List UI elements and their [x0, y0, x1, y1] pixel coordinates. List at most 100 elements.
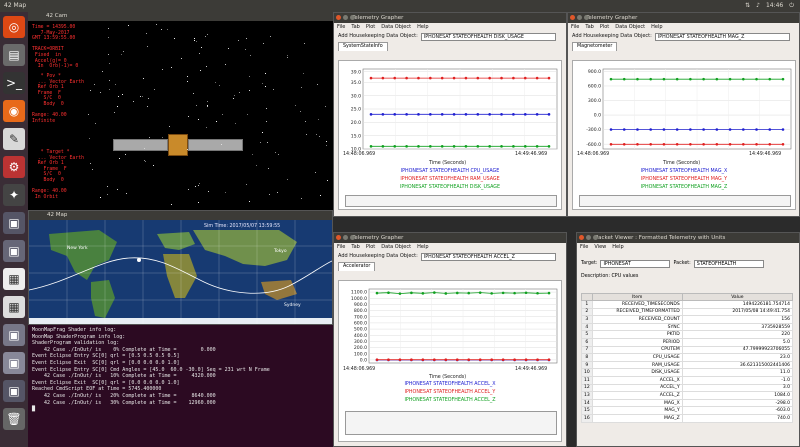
network-icon[interactable]: ⇅: [745, 0, 750, 12]
chart-icon[interactable]: ▦: [3, 296, 25, 318]
grapher-window-system[interactable]: Telemetry Grapher File Tab Plot Data Obj…: [333, 12, 567, 217]
close-button[interactable]: [336, 235, 341, 240]
target-select[interactable]: IPHONESAT: [600, 260, 671, 268]
table-row[interactable]: 10 DISK_USAGE 11.0: [581, 368, 794, 377]
menu-help[interactable]: Help: [417, 23, 428, 31]
maximize-button[interactable]: [584, 15, 589, 20]
maximize-button[interactable]: [350, 15, 355, 20]
grapher-window-accel[interactable]: Telemetry Grapher File Tab Plot Data Obj…: [333, 232, 567, 447]
table-row[interactable]: 3 RECEIVED_COUNT 156: [581, 315, 794, 324]
table-row[interactable]: 4 SYNC 3735928559: [581, 322, 794, 332]
menu-tab[interactable]: Tab: [351, 243, 359, 251]
cam-window-title[interactable]: 42 Cam: [28, 12, 333, 21]
overview-strip[interactable]: [345, 411, 557, 435]
menu-plot[interactable]: Plot: [600, 23, 609, 31]
minimize-button[interactable]: [586, 235, 591, 240]
terminal-cursor[interactable]: █: [32, 406, 329, 413]
menu-file[interactable]: File: [580, 243, 588, 251]
column-header-value[interactable]: Value: [681, 293, 794, 301]
text-editor-icon[interactable]: ✎: [3, 128, 25, 150]
app-icon[interactable]: ▣: [3, 240, 25, 262]
tab-accelerator[interactable]: Accelerator: [338, 262, 376, 271]
chart-icon[interactable]: ▦: [3, 268, 25, 290]
menu-file[interactable]: File: [337, 23, 345, 31]
grapher-window-mag[interactable]: Telemetry Grapher File Tab Plot Data Obj…: [567, 12, 800, 217]
table-row[interactable]: 5 PKTID 220: [581, 330, 794, 339]
add-housekeeping-select[interactable]: IPHONESAT STATEOFHEALTH ACCEL_Z: [420, 252, 556, 261]
grapher-title-bar[interactable]: Telemetry Grapher: [334, 233, 566, 243]
menu-data-object[interactable]: Data Object: [615, 23, 645, 31]
menu-tab[interactable]: Tab: [351, 23, 359, 31]
close-button[interactable]: [570, 15, 575, 20]
table-row[interactable]: 2 RECEIVED_TIMEFORMATTED 2017/05/08 14:49:…: [581, 307, 794, 317]
minimize-button[interactable]: [343, 235, 348, 240]
app-icon[interactable]: ▣: [3, 324, 25, 346]
menu-help[interactable]: Help: [651, 23, 662, 31]
table-row[interactable]: 16 MAG_Z 740.0: [581, 413, 794, 423]
firefox-icon[interactable]: ◉: [3, 100, 25, 122]
ubuntu-logo-icon[interactable]: ◎: [3, 16, 25, 38]
menu-plot[interactable]: Plot: [366, 243, 375, 251]
menu-help[interactable]: Help: [612, 243, 623, 251]
maximize-button[interactable]: [593, 235, 598, 240]
table-row[interactable]: 13 ACCEL_Z 1084.0: [581, 391, 794, 400]
add-housekeeping-select[interactable]: IPHONESAT STATEOFHEALTH DISK_USAGE: [420, 32, 556, 41]
star-dot: [324, 106, 326, 107]
table-row[interactable]: 8 CPU_USAGE 23.0: [581, 353, 794, 362]
tab-magnetometer[interactable]: Magnetometer: [572, 42, 618, 51]
settings-icon[interactable]: ⚙: [3, 156, 25, 178]
minimize-button[interactable]: [577, 15, 582, 20]
tools-icon[interactable]: ✦: [3, 184, 25, 206]
overview-strip[interactable]: [345, 195, 557, 207]
world-map[interactable]: [29, 220, 333, 325]
table-row[interactable]: 12 ACCEL_Y 3.0: [581, 383, 794, 393]
table-row[interactable]: 14 MAG_X -298.0: [581, 398, 794, 408]
clock[interactable]: 14:46: [766, 0, 783, 12]
add-housekeeping-select[interactable]: IPHONESAT STATEOFHEALTH MAG_Z: [654, 32, 790, 41]
map-window-title[interactable]: 42 Map: [29, 211, 332, 220]
app-icon[interactable]: ▣: [3, 212, 25, 234]
files-icon[interactable]: ▤: [3, 44, 25, 66]
close-button[interactable]: [336, 15, 341, 20]
telemetry-table[interactable]: Item Value 1 RECEIVED_TIMESECONDS 14942261…: [581, 293, 794, 423]
star-dot: [116, 105, 118, 107]
packet-label: Packet:: [673, 261, 691, 266]
maximize-button[interactable]: [350, 235, 355, 240]
table-row[interactable]: 6 PERIOD 5.0: [581, 337, 794, 347]
terminal-window[interactable]: MoonMapFrag Shader info log: MoonMap Shad…: [28, 325, 333, 447]
table-row[interactable]: 15 MAG_Y -603.0: [581, 406, 794, 415]
overview-strip[interactable]: [579, 195, 791, 207]
data-point: [417, 145, 420, 148]
table-row[interactable]: 11 ACCEL_X -1.0: [581, 375, 794, 385]
grapher-title-bar[interactable]: Telemetry Grapher: [568, 13, 799, 23]
menu-view[interactable]: View: [594, 243, 606, 251]
trash-icon[interactable]: 🗑: [3, 408, 25, 430]
volume-icon[interactable]: ♪: [756, 0, 760, 12]
table-row[interactable]: 7 CPUTEM 47.79999923706055: [581, 345, 794, 355]
menu-file[interactable]: File: [337, 243, 345, 251]
packet-viewer-title-bar[interactable]: Packet Viewer : Formatted Telemetry with…: [577, 233, 799, 243]
map-window[interactable]: 42 Map Sim Time: 2017/05/07 13:59:55 New…: [28, 210, 333, 325]
grapher-title-bar[interactable]: Telemetry Grapher: [334, 13, 566, 23]
menu-data-object[interactable]: Data Object: [381, 243, 411, 251]
menu-tab[interactable]: Tab: [585, 23, 593, 31]
app-icon[interactable]: ▣: [3, 380, 25, 402]
menu-help[interactable]: Help: [417, 243, 428, 251]
item-name: MAG_Y: [591, 406, 683, 415]
menu-data-object[interactable]: Data Object: [381, 23, 411, 31]
app-icon[interactable]: ▣: [3, 352, 25, 374]
table-row[interactable]: 9 RAM_USAGE 36.621315002441406: [581, 360, 794, 370]
cam-window[interactable]: 42 Cam Time = 14395.00 7-May-2017 GMT 13…: [28, 12, 333, 210]
close-button[interactable]: [579, 235, 584, 240]
column-header-item[interactable]: Item: [591, 293, 683, 301]
minimize-button[interactable]: [343, 15, 348, 20]
packet-select[interactable]: STATEOFHEALTH: [693, 260, 764, 268]
packet-viewer-window[interactable]: Packet Viewer : Formatted Telemetry with…: [576, 232, 800, 447]
x-end-label: 14:49:46.969: [515, 367, 548, 372]
menu-plot[interactable]: Plot: [366, 23, 375, 31]
tab-system-state-info[interactable]: SystemStateInfo: [338, 42, 388, 51]
power-icon[interactable]: ⏻: [789, 0, 794, 12]
terminal-icon[interactable]: >_: [3, 72, 25, 94]
table-row[interactable]: 1 RECEIVED_TIMESECONDS 1494226181.754714: [581, 300, 794, 309]
menu-file[interactable]: File: [571, 23, 579, 31]
